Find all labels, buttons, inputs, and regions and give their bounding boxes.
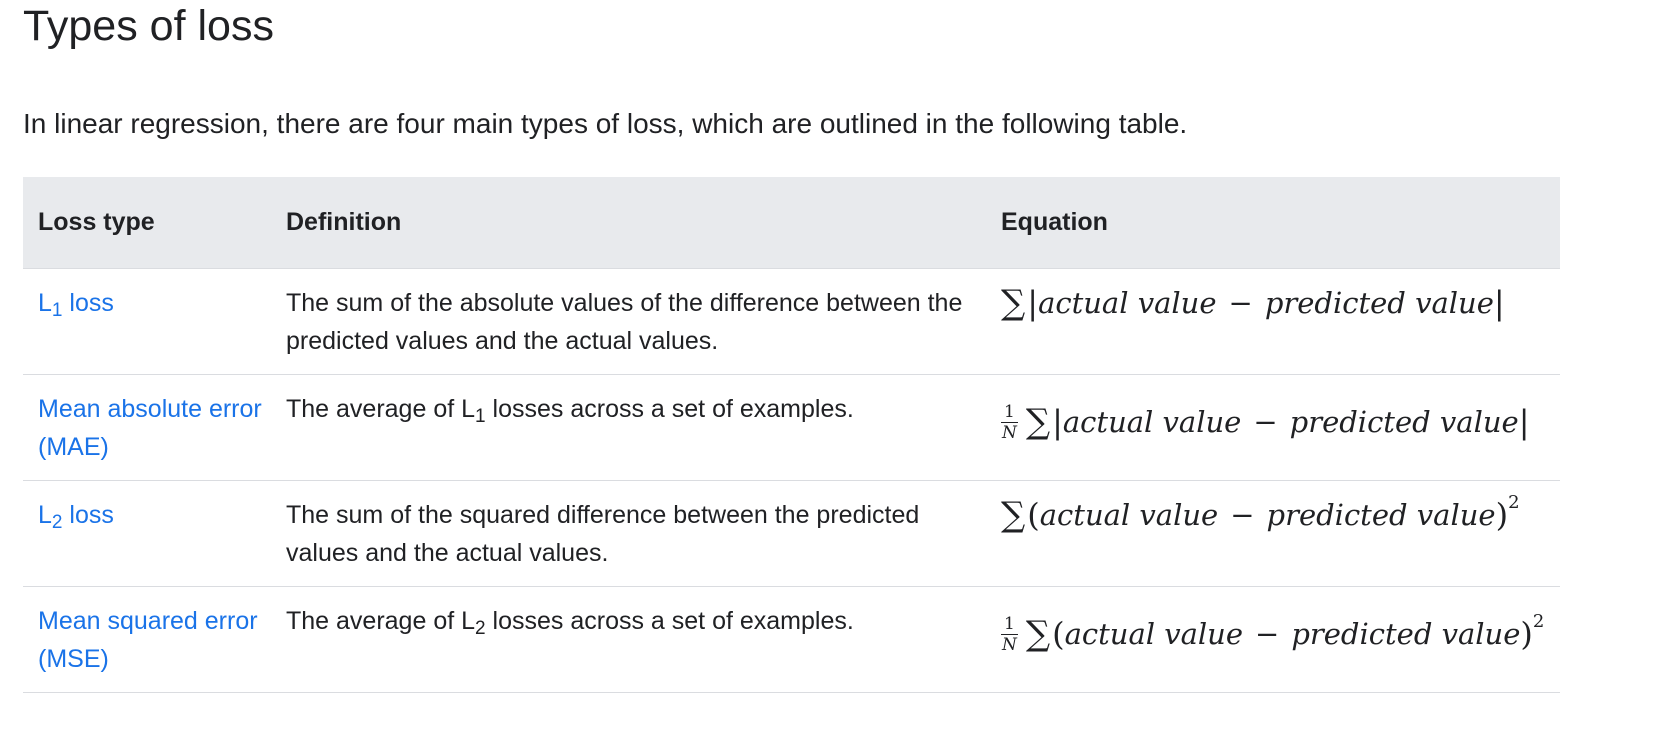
definition-cell: The average of L1 losses across a set of… — [286, 394, 854, 427]
loss-type-cell: Mean absolute error (MAE) — [23, 374, 271, 480]
loss-type-cell: L2 loss — [23, 480, 271, 586]
table-header-row: Loss type Definition Equation — [23, 177, 1560, 268]
mae-link[interactable]: Mean absolute error (MAE) — [38, 395, 262, 461]
equation-cell: 1N ∑ | actual value − predicted value | — [986, 374, 1560, 480]
mae-equation: 1N ∑ | actual value − predicted value | — [1001, 401, 1530, 443]
sum-symbol: ∑ — [1001, 282, 1026, 323]
l2-loss-equation: ∑ ( actual value − predicted value ) 2 — [1001, 491, 1520, 535]
intro-paragraph: In linear regression, there are four mai… — [23, 108, 1188, 139]
l2-loss-link[interactable]: L2 loss — [38, 501, 114, 532]
mse-equation: 1N ∑ ( actual value − predicted value ) … — [1001, 611, 1545, 655]
page-title: Types of loss — [23, 2, 274, 50]
equation-cell: ∑ | actual value − predicted value | — [986, 268, 1560, 374]
loss-types-table: Loss type Definition Equation L1 loss Th… — [23, 177, 1560, 693]
header-definition: Definition — [286, 207, 402, 236]
equation-cell: 1N ∑ ( actual value − predicted value ) … — [986, 586, 1560, 692]
header-equation: Equation — [1001, 207, 1108, 236]
mse-link[interactable]: Mean squared error (MSE) — [38, 607, 258, 673]
fraction-one-over-n: 1N — [1001, 613, 1018, 655]
l1-loss-equation: ∑ | actual value − predicted value | — [1001, 282, 1505, 323]
equation-cell: ∑ ( actual value − predicted value ) 2 — [986, 480, 1560, 586]
table-row: Mean absolute error (MAE) The average of… — [23, 374, 1560, 480]
loss-type-cell: Mean squared error (MSE) — [23, 586, 271, 692]
l1-loss-link[interactable]: L1 loss — [38, 289, 114, 320]
sum-symbol: ∑ — [1001, 494, 1026, 535]
sum-symbol: ∑ — [1025, 614, 1051, 654]
definition-cell: The sum of the absolute values of the di… — [286, 288, 963, 355]
header-loss-type: Loss type — [38, 207, 155, 236]
definition-cell: The average of L2 losses across a set of… — [286, 606, 854, 639]
table-row: L1 loss The sum of the absolute values o… — [23, 268, 1560, 374]
sum-symbol: ∑ — [1025, 402, 1051, 442]
definition-cell: The sum of the squared difference betwee… — [286, 500, 920, 567]
fraction-one-over-n: 1N — [1001, 401, 1018, 443]
table-row: L2 loss The sum of the squared differenc… — [23, 480, 1560, 586]
loss-type-cell: L1 loss — [23, 268, 271, 374]
table-row: Mean squared error (MSE) The average of … — [23, 586, 1560, 692]
